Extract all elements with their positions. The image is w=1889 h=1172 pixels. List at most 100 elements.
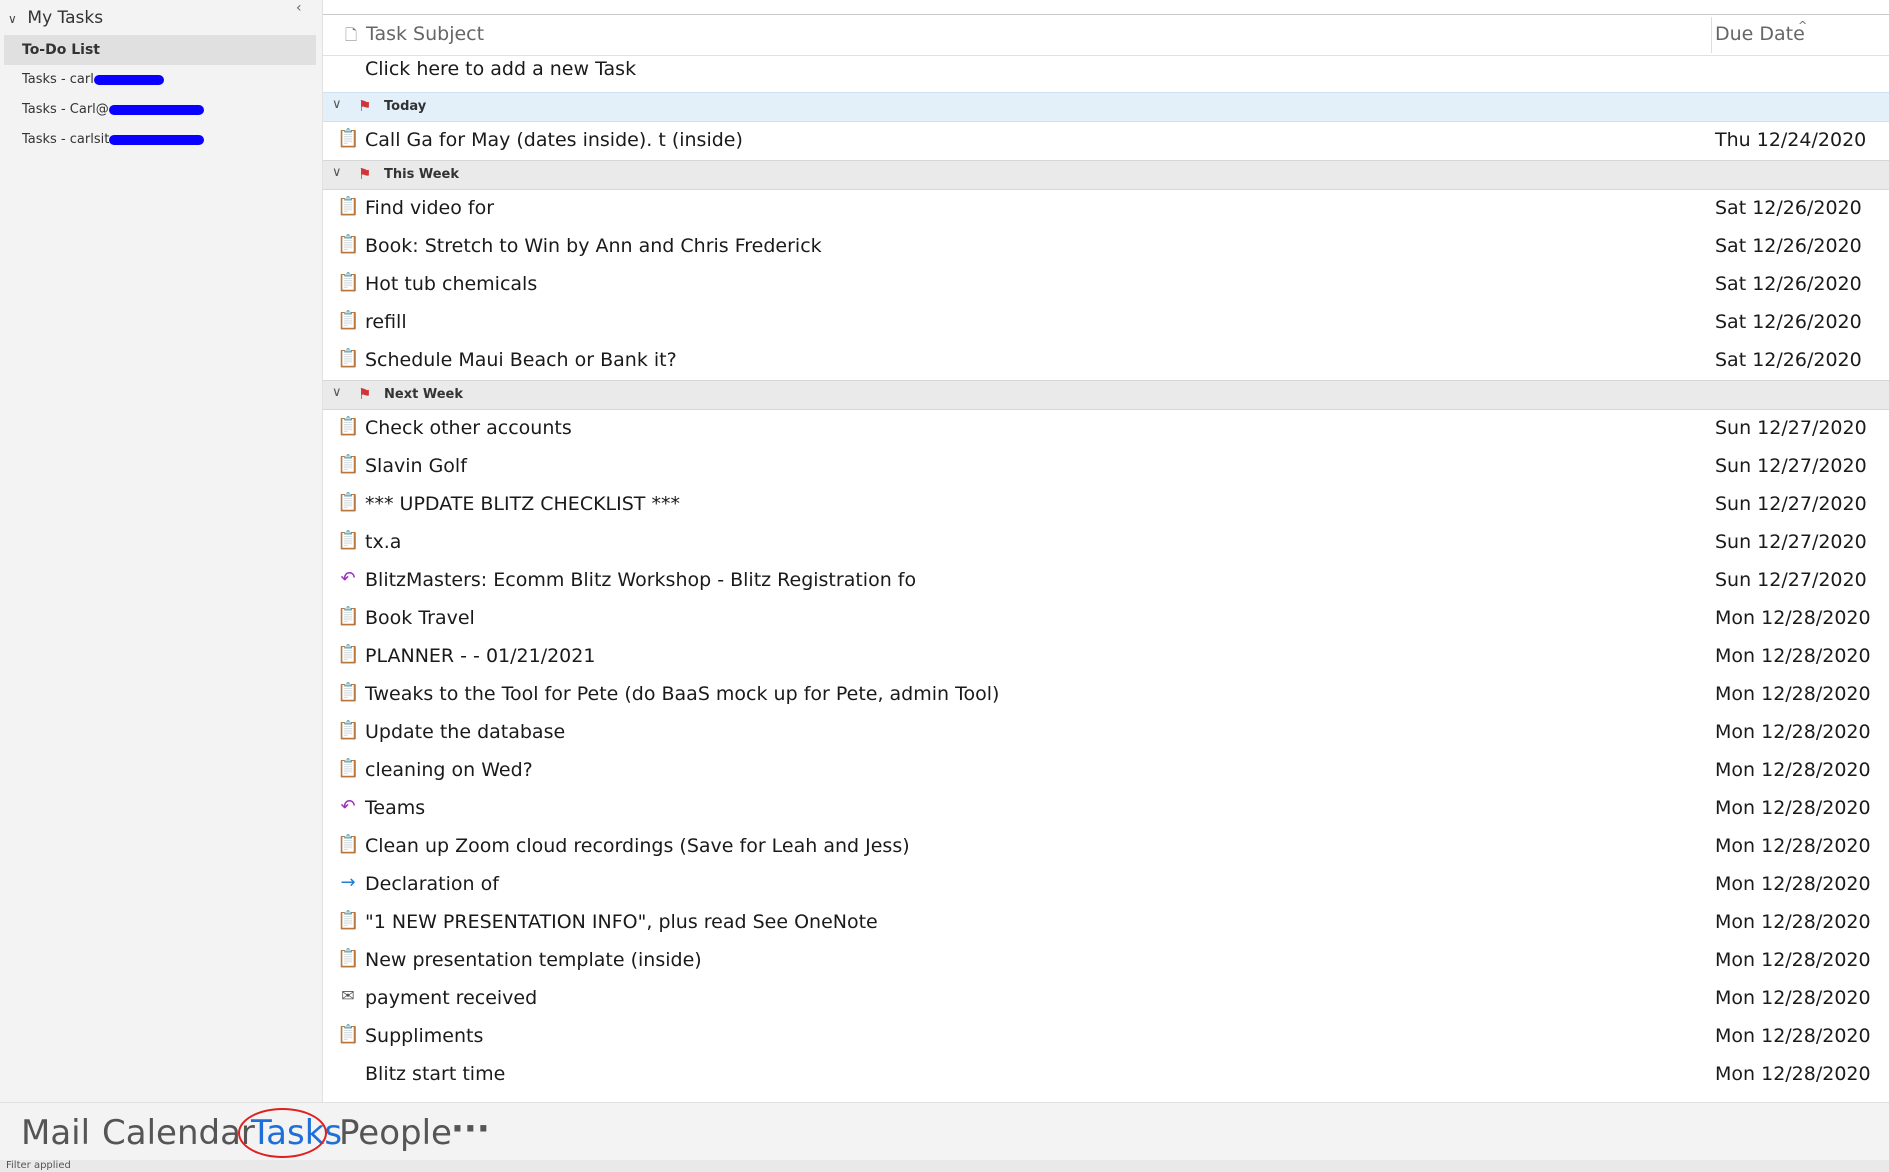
my-tasks-label: My Tasks bbox=[27, 8, 104, 28]
annotation-circle bbox=[238, 1108, 327, 1158]
task-subject[interactable]: "1 NEW PRESENTATION INFO", plus read See… bbox=[365, 911, 878, 933]
task-subject[interactable]: New presentation template (inside) bbox=[365, 949, 702, 971]
task-subject[interactable]: Find video for bbox=[365, 197, 494, 219]
task-row[interactable]: 📋 Check other accounts Sun 12/27/2020 bbox=[323, 410, 1889, 448]
task-icon: 📋 bbox=[337, 272, 360, 293]
chevron-down-icon[interactable]: ∨ bbox=[8, 12, 22, 26]
task-subject[interactable]: Teams bbox=[365, 797, 425, 819]
column-header-subject[interactable]: Task Subject bbox=[366, 23, 484, 45]
task-row[interactable]: 📋 Book: Stretch to Win by Ann and Chris F… bbox=[323, 228, 1889, 266]
task-subject[interactable]: BlitzMasters: Ecomm Blitz Workshop - Bli… bbox=[365, 569, 916, 591]
folder-item-tasks-1[interactable]: Tasks - carl bbox=[4, 65, 316, 95]
task-row[interactable]: 📋 Book Travel Mon 12/28/2020 bbox=[323, 600, 1889, 638]
chevron-down-icon[interactable]: ∨ bbox=[332, 165, 342, 180]
task-row[interactable]: Blitz start time Mon 12/28/2020 bbox=[323, 1056, 1889, 1094]
task-subject[interactable]: tx.a bbox=[365, 531, 401, 553]
column-header-due-date[interactable]: Due Date bbox=[1715, 23, 1805, 45]
folder-item-tasks-3[interactable]: Tasks - carlsit bbox=[4, 125, 316, 155]
collapse-pane-icon[interactable]: ‹ bbox=[296, 0, 302, 16]
nav-mail[interactable]: Mail bbox=[21, 1113, 90, 1153]
task-due-date: Sun 12/27/2020 bbox=[1715, 455, 1867, 477]
task-subject[interactable]: *** UPDATE BLITZ CHECKLIST *** bbox=[365, 493, 680, 515]
sort-ascending-icon: ^ bbox=[1798, 19, 1808, 32]
task-row[interactable]: 📋 Suppliments Mon 12/28/2020 bbox=[323, 1018, 1889, 1056]
task-icon: 📋 bbox=[337, 682, 360, 703]
task-due-date: Mon 12/28/2020 bbox=[1715, 645, 1871, 667]
task-due-date: Mon 12/28/2020 bbox=[1715, 1025, 1871, 1047]
nav-people[interactable]: People bbox=[339, 1113, 452, 1153]
status-text: Filter applied bbox=[6, 1160, 71, 1171]
reply-arrow-icon: ↶ bbox=[340, 796, 356, 817]
flag-icon: ⚑ bbox=[358, 385, 372, 403]
task-subject[interactable]: Slavin Golf bbox=[365, 455, 467, 477]
task-icon: 📋 bbox=[337, 834, 360, 855]
task-list: 🗋 Task Subject Due Date ^ Click here to … bbox=[323, 0, 1889, 1102]
task-subject[interactable]: Clean up Zoom cloud recordings (Save for… bbox=[365, 835, 910, 857]
folder-item-tasks-2[interactable]: Tasks - Carl@ bbox=[4, 95, 316, 125]
task-row[interactable]: → Declaration of Mon 12/28/2020 bbox=[323, 866, 1889, 904]
folder-label: Tasks - carlsit bbox=[22, 132, 110, 147]
group-header-this-week[interactable]: ∨ ⚑ This Week bbox=[323, 160, 1889, 190]
task-row[interactable]: 📋 Find video for Sat 12/26/2020 bbox=[323, 190, 1889, 228]
my-tasks-folder[interactable]: ∨ My Tasks bbox=[8, 8, 103, 28]
status-bar: Filter applied bbox=[0, 1160, 1889, 1172]
task-due-date: Sat 12/26/2020 bbox=[1715, 273, 1862, 295]
module-nav-bar: Mail Calendar Tasks People ··· bbox=[0, 1102, 1889, 1161]
nav-calendar[interactable]: Calendar bbox=[102, 1113, 255, 1153]
task-subject[interactable]: refill bbox=[365, 311, 407, 333]
task-row[interactable]: 📋 Tweaks to the Tool for Pete (do BaaS mo… bbox=[323, 676, 1889, 714]
task-row[interactable]: 📋 Update the database Mon 12/28/2020 bbox=[323, 714, 1889, 752]
task-row[interactable]: 📋 Hot tub chemicals Sat 12/26/2020 bbox=[323, 266, 1889, 304]
task-subject[interactable]: Tweaks to the Tool for Pete (do BaaS moc… bbox=[365, 683, 999, 705]
group-label: This Week bbox=[384, 167, 459, 182]
task-row[interactable]: ✉ payment received Mon 12/28/2020 bbox=[323, 980, 1889, 1018]
task-row[interactable]: 📋 *** UPDATE BLITZ CHECKLIST *** Sun 12/2… bbox=[323, 486, 1889, 524]
task-subject[interactable]: Update the database bbox=[365, 721, 565, 743]
task-subject[interactable]: Schedule Maui Beach or Bank it? bbox=[365, 349, 677, 371]
chevron-down-icon[interactable]: ∨ bbox=[332, 97, 342, 112]
task-subject[interactable]: Declaration of bbox=[365, 873, 499, 895]
task-subject[interactable]: PLANNER - - 01/21/2021 bbox=[365, 645, 595, 667]
task-row[interactable]: ↶ Teams Mon 12/28/2020 bbox=[323, 790, 1889, 828]
task-row[interactable]: 📋 "1 NEW PRESENTATION INFO", plus read Se… bbox=[323, 904, 1889, 942]
task-row[interactable]: 📋 cleaning on Wed? Mon 12/28/2020 bbox=[323, 752, 1889, 790]
column-separator[interactable] bbox=[1711, 17, 1712, 53]
task-subject[interactable]: Call Ga for May (dates inside). t (insid… bbox=[365, 129, 743, 151]
add-new-task[interactable]: Click here to add a new Task bbox=[365, 58, 636, 80]
more-options-icon[interactable]: ··· bbox=[451, 1109, 490, 1149]
task-row[interactable]: 📋 Call Ga for May (dates inside). t (insi… bbox=[323, 122, 1889, 160]
folder-pane: ‹ ∨ My Tasks To-Do List Tasks - carl Tas… bbox=[0, 0, 323, 1102]
task-subject[interactable]: Blitz start time bbox=[365, 1063, 505, 1085]
task-due-date: Mon 12/28/2020 bbox=[1715, 607, 1871, 629]
task-row[interactable]: 📋 tx.a Sun 12/27/2020 bbox=[323, 524, 1889, 562]
task-icon: 📋 bbox=[337, 948, 360, 969]
task-subject[interactable]: payment received bbox=[365, 987, 537, 1009]
chevron-down-icon[interactable]: ∨ bbox=[332, 385, 342, 400]
folder-item-todo-list[interactable]: To-Do List bbox=[4, 35, 316, 65]
group-header-next-week[interactable]: ∨ ⚑ Next Week bbox=[323, 380, 1889, 410]
task-subject[interactable]: Check other accounts bbox=[365, 417, 572, 439]
folder-label: To-Do List bbox=[22, 42, 100, 58]
task-subject[interactable]: Hot tub chemicals bbox=[365, 273, 537, 295]
task-row[interactable]: 📋 refill Sat 12/26/2020 bbox=[323, 304, 1889, 342]
task-subject[interactable]: Book: Stretch to Win by Ann and Chris Fr… bbox=[365, 235, 822, 257]
reply-arrow-icon: ↶ bbox=[340, 568, 356, 589]
forward-arrow-icon: → bbox=[340, 872, 356, 893]
task-row[interactable]: ↶ BlitzMasters: Ecomm Blitz Workshop - Bl… bbox=[323, 562, 1889, 600]
task-row[interactable]: 📋 Clean up Zoom cloud recordings (Save fo… bbox=[323, 828, 1889, 866]
task-row[interactable]: 📋 Slavin Golf Sun 12/27/2020 bbox=[323, 448, 1889, 486]
task-due-date: Mon 12/28/2020 bbox=[1715, 873, 1871, 895]
task-icon: 📋 bbox=[337, 720, 360, 741]
task-row[interactable]: 📋 PLANNER - - 01/21/2021 Mon 12/28/2020 bbox=[323, 638, 1889, 676]
flag-icon: ⚑ bbox=[358, 97, 372, 115]
task-icon: 📋 bbox=[337, 128, 360, 149]
task-due-date: Mon 12/28/2020 bbox=[1715, 949, 1871, 971]
task-subject[interactable]: Suppliments bbox=[365, 1025, 483, 1047]
page-icon[interactable]: 🗋 bbox=[345, 25, 357, 50]
task-subject[interactable]: cleaning on Wed? bbox=[365, 759, 533, 781]
task-row[interactable]: 📋 New presentation template (inside) Mon 1… bbox=[323, 942, 1889, 980]
group-header-today[interactable]: ∨ ⚑ Today bbox=[323, 92, 1889, 122]
redaction bbox=[93, 74, 164, 85]
task-subject[interactable]: Book Travel bbox=[365, 607, 475, 629]
task-row[interactable]: 📋 Schedule Maui Beach or Bank it? Sat 12/2… bbox=[323, 342, 1889, 380]
